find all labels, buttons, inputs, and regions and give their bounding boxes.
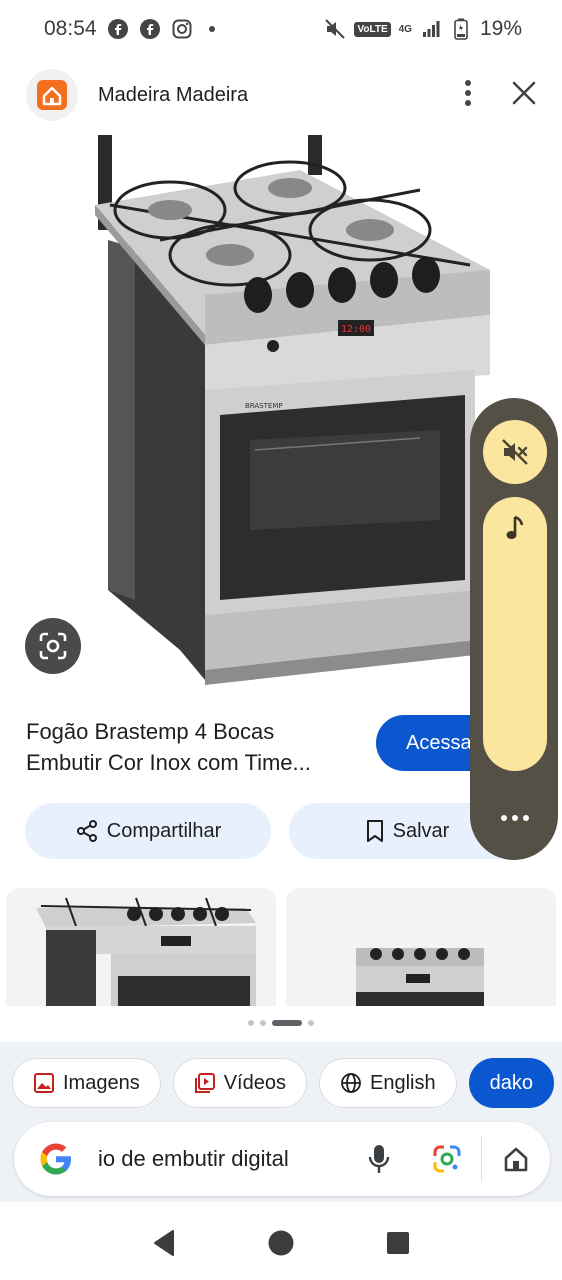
related-images [0,888,562,1006]
mute-status-icon [324,18,346,40]
chip-images-label: Imagens [63,1071,140,1094]
house-logo-icon [37,80,67,110]
share-icon [76,820,97,842]
status-bar: 08:54 VoLTE 4G 19% [0,0,562,58]
home-nav-icon[interactable] [267,1229,295,1262]
product-title-line1: Fogão Brastemp 4 Bocas [26,719,275,744]
stove-display: 12:00 [341,324,371,335]
google-lens-icon [433,1145,461,1173]
share-button[interactable]: Compartilhar [25,803,271,859]
signal-icon [420,18,442,40]
lens-icon [39,632,67,660]
music-note-icon [506,515,524,539]
pager-dot-active [272,1020,302,1026]
related-image-card[interactable] [286,888,556,1006]
chip-dako[interactable]: dako [468,1058,554,1108]
search-bar[interactable]: io de embutir digital [14,1122,550,1196]
search-input[interactable]: io de embutir digital [98,1146,328,1172]
visit-button-label: Acessar [406,731,479,754]
volume-off-icon [502,439,528,465]
share-label: Compartilhar [106,819,222,842]
site-logo[interactable] [26,69,78,121]
search-filter-chips: Imagens Vídeos English dako [12,1058,562,1110]
system-nav-bar [0,1210,562,1280]
google-lens-button[interactable] [413,1122,481,1196]
product-title-line2: Embutir Cor Inox com Time... [26,750,311,775]
image-icon [34,1073,54,1093]
chip-english[interactable]: English [318,1058,457,1108]
facebook-icon [107,18,129,40]
status-time: 08:54 [44,17,97,40]
mute-button[interactable] [483,420,547,484]
globe-icon [341,1073,361,1093]
result-header: Madeira Madeira [0,64,562,126]
voice-search-button[interactable] [345,1122,413,1196]
lens-search-button[interactable] [25,618,81,674]
chip-images[interactable]: Imagens [12,1058,161,1108]
facebook-icon [139,18,161,40]
media-more-options-icon[interactable] [483,800,547,836]
pager-dot [260,1020,266,1026]
product-title[interactable]: Fogão Brastemp 4 Bocas Embutir Cor Inox … [26,716,366,778]
bookmark-icon [366,820,383,842]
stove-brand: BRASTEMP [245,402,283,410]
chip-videos[interactable]: Vídeos [172,1058,307,1108]
recents-icon[interactable] [385,1230,411,1261]
pager-dot [248,1020,254,1026]
battery-icon [450,18,472,40]
network-type: 4G [398,23,412,35]
save-label: Salvar [392,819,450,842]
instagram-icon [171,18,193,40]
site-name[interactable]: Madeira Madeira [98,84,248,107]
related-image-card[interactable] [6,888,276,1006]
chip-videos-label: Vídeos [223,1071,286,1094]
battery-level: 19% [479,17,522,40]
home-button[interactable] [482,1122,550,1196]
chip-english-label: English [369,1071,436,1094]
chip-dako-label: dako [489,1071,533,1094]
video-icon [194,1073,215,1093]
notification-dot-icon [208,26,215,32]
pager-dot [308,1020,314,1026]
close-icon[interactable] [512,81,536,110]
page: 08:54 VoLTE 4G 19% Madeira Madeira 12:00… [0,0,562,1280]
home-icon [504,1147,528,1172]
more-options-icon[interactable] [464,79,472,112]
volte-badge: VoLTE [354,21,391,37]
back-icon[interactable] [151,1229,177,1262]
music-volume-slider[interactable] [483,497,547,771]
microphone-icon [368,1145,390,1173]
google-logo-icon [40,1143,71,1175]
carousel-pager [0,1020,562,1026]
